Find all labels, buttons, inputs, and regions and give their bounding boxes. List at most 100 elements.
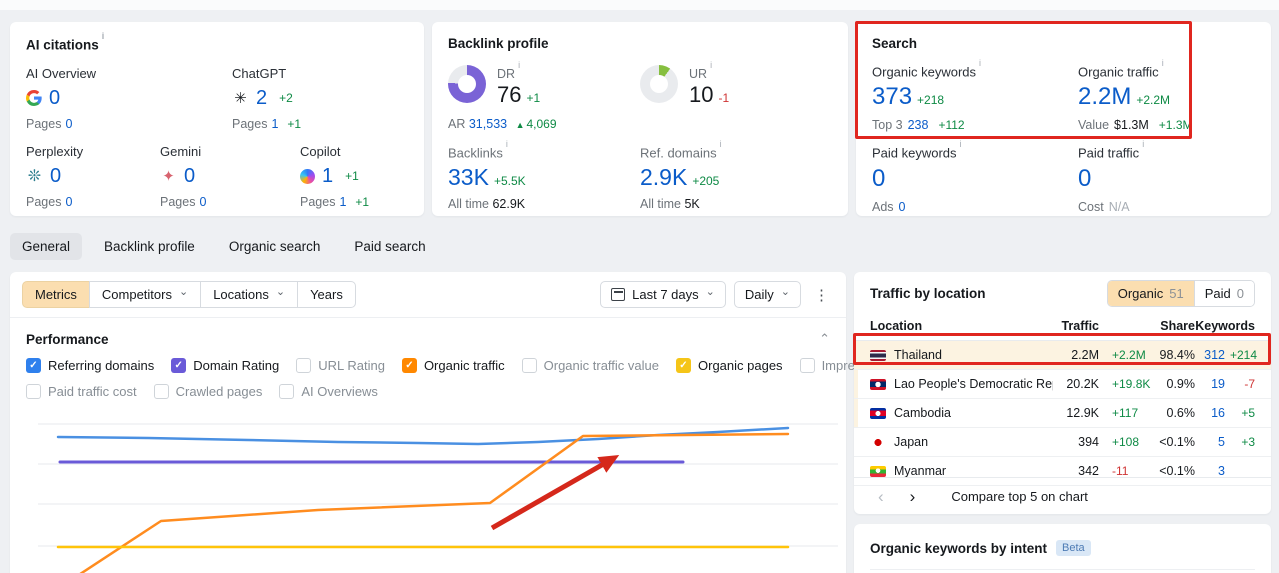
column-keywords[interactable]: Keywords xyxy=(1195,319,1255,333)
collapse-chevron-icon[interactable] xyxy=(819,331,830,347)
share-value: 0.6% xyxy=(1166,406,1196,420)
keywords-change: +214 xyxy=(1230,348,1258,362)
search-metric-subline: Value $1.3M +1.3M xyxy=(1078,118,1193,133)
ai-metric-label: Gemini xyxy=(160,143,202,159)
filter-group: MetricsCompetitorsLocationsYears xyxy=(22,281,356,308)
citation-count[interactable]: 0 xyxy=(184,165,195,188)
info-icon[interactable] xyxy=(506,139,508,149)
info-icon[interactable] xyxy=(518,60,520,70)
toolbar: MetricsCompetitorsLocationsYears Last 7 … xyxy=(10,272,846,318)
ai-metric-copilot: Copilot 1 +1 Pages 1 +1 xyxy=(300,144,373,209)
metric-checkbox-domain-rating[interactable]: Domain Rating xyxy=(171,358,279,373)
search-metric-paid-keywords: Paid keywords 0 Ads0 xyxy=(872,139,1078,213)
citation-change: +1 xyxy=(345,169,359,183)
pages-count[interactable]: 1 xyxy=(339,195,346,209)
info-icon[interactable] xyxy=(720,139,722,149)
filter-locations[interactable]: Locations xyxy=(200,281,299,308)
traffic-value: 2.2M xyxy=(1071,348,1099,362)
location-name: Lao People's Democratic Reput xyxy=(894,377,1053,391)
filter-years[interactable]: Years xyxy=(297,281,356,308)
location-row-japan[interactable]: Japan 394 +108 <0.1% 5 +3 xyxy=(854,428,1271,457)
info-icon[interactable] xyxy=(710,60,712,70)
domain-rating-block: DR 76+1 xyxy=(448,60,640,108)
backlinks-value[interactable]: 33K xyxy=(448,164,489,190)
arrow-up-icon xyxy=(516,117,527,131)
keywords-count[interactable]: 312 xyxy=(1195,348,1225,362)
traffic-change: +19.8K xyxy=(1112,377,1151,391)
kebab-menu-button[interactable] xyxy=(809,284,834,306)
keywords-count[interactable]: 16 xyxy=(1195,406,1225,420)
granularity-button[interactable]: Daily xyxy=(733,281,801,308)
google-icon xyxy=(26,90,42,106)
location-row-thailand[interactable]: Thailand 2.2M +2.2M 98.4% 312 +214 xyxy=(854,341,1271,370)
info-icon[interactable] xyxy=(960,139,962,149)
chevron-down-icon xyxy=(276,287,285,298)
ref-domains-value[interactable]: 2.9K xyxy=(640,164,687,190)
pages-count[interactable]: 0 xyxy=(199,195,206,209)
citation-count[interactable]: 1 xyxy=(322,165,333,188)
metric-checkbox-organic-pages[interactable]: Organic pages xyxy=(676,358,783,373)
search-metric-value[interactable]: 373 xyxy=(872,83,912,111)
metric-checkbox-crawled-pages[interactable]: Crawled pages xyxy=(153,384,262,399)
metric-checkbox-organic-traffic[interactable]: Organic traffic xyxy=(401,358,505,373)
search-card: Search Organic keywords 373 +218 Top 3238+1… xyxy=(856,22,1271,216)
location-row-cambodia[interactable]: Cambodia 12.9K +117 0.6% 16 +5 xyxy=(854,399,1271,428)
keywords-count[interactable]: 19 xyxy=(1195,377,1225,391)
beta-badge: Beta xyxy=(1056,540,1091,556)
search-metric-value[interactable]: 0 xyxy=(1078,165,1091,193)
ahrefs-rank-value[interactable]: 31,533 xyxy=(469,117,507,131)
info-icon[interactable] xyxy=(102,31,105,41)
copilot-icon xyxy=(300,168,315,184)
metric-checkbox-paid-traffic-cost[interactable]: Paid traffic cost xyxy=(26,384,137,399)
search-metric-label: Paid traffic xyxy=(1078,139,1144,160)
pages-count[interactable]: 0 xyxy=(65,195,72,209)
info-icon[interactable] xyxy=(1142,139,1144,149)
ai-citations-title: AI citations xyxy=(26,31,408,53)
date-range-button[interactable]: Last 7 days xyxy=(600,281,726,308)
laos-flag xyxy=(870,378,886,390)
info-icon[interactable] xyxy=(1162,58,1164,68)
citation-count[interactable]: 2 xyxy=(256,87,267,110)
metric-checkbox-ai-overviews[interactable]: AI Overviews xyxy=(279,384,378,399)
toggle-organic[interactable]: Organic 51 xyxy=(1107,281,1194,306)
traffic-by-location-title: Traffic by location xyxy=(870,286,986,301)
search-metric-value[interactable]: 0 xyxy=(872,165,885,193)
search-metric-value[interactable]: 2.2M xyxy=(1078,83,1131,111)
column-share[interactable]: Share xyxy=(1145,319,1195,333)
ai-citations-row-1: AI Overview0Pages0ChatGPT2+2Pages1+1 xyxy=(26,66,408,131)
column-traffic[interactable]: Traffic xyxy=(1053,319,1099,333)
pages-count[interactable]: 1 xyxy=(271,117,278,131)
backlink-profile-title: Backlink profile xyxy=(448,36,549,51)
toggle-paid[interactable]: Paid 0 xyxy=(1193,281,1254,306)
pages-line: Pages 0 xyxy=(26,116,73,131)
metric-checkbox-referring-domains[interactable]: Referring domains xyxy=(26,358,154,373)
keywords-count[interactable]: 5 xyxy=(1195,435,1225,449)
column-location[interactable]: Location xyxy=(870,319,1053,333)
search-metric-subline: Cost N/A xyxy=(1078,199,1130,214)
citation-count[interactable]: 0 xyxy=(49,87,60,110)
tab-backlink-profile[interactable]: Backlink profile xyxy=(92,233,207,260)
filter-competitors[interactable]: Competitors xyxy=(88,281,202,308)
checkbox-icon xyxy=(26,384,41,399)
performance-panel: MetricsCompetitorsLocationsYears Last 7 … xyxy=(10,272,992,573)
ref-domains-metric: Ref. domains 2.9K+205 All time 5K xyxy=(640,139,832,211)
location-row-lao-people-s-democratic-reput[interactable]: Lao People's Democratic Reput 20.2K +19.8K… xyxy=(854,370,1271,399)
tab-paid-search[interactable]: Paid search xyxy=(342,233,437,260)
traffic-value: 394 xyxy=(1078,435,1099,449)
search-title: Search xyxy=(872,36,918,51)
tab-organic-search[interactable]: Organic search xyxy=(217,233,333,260)
tab-general[interactable]: General xyxy=(10,233,83,260)
ai-metric-label: Perplexity xyxy=(26,143,84,159)
compare-top5-link[interactable]: Compare top 5 on chart xyxy=(951,489,1088,504)
metric-checkbox-url-rating[interactable]: URL Rating xyxy=(296,358,385,373)
location-name: Japan xyxy=(894,435,929,449)
info-icon[interactable] xyxy=(979,58,981,68)
citation-count[interactable]: 0 xyxy=(50,165,61,188)
filter-metrics[interactable]: Metrics xyxy=(22,281,90,308)
prev-page-button[interactable] xyxy=(870,486,892,507)
pages-count[interactable]: 0 xyxy=(65,117,72,131)
metric-checkbox-organic-traffic-value[interactable]: Organic traffic value xyxy=(521,358,659,373)
keywords-count[interactable]: 3 xyxy=(1195,464,1225,478)
next-page-button[interactable] xyxy=(902,486,924,507)
share-value: 98.4% xyxy=(1159,348,1195,362)
